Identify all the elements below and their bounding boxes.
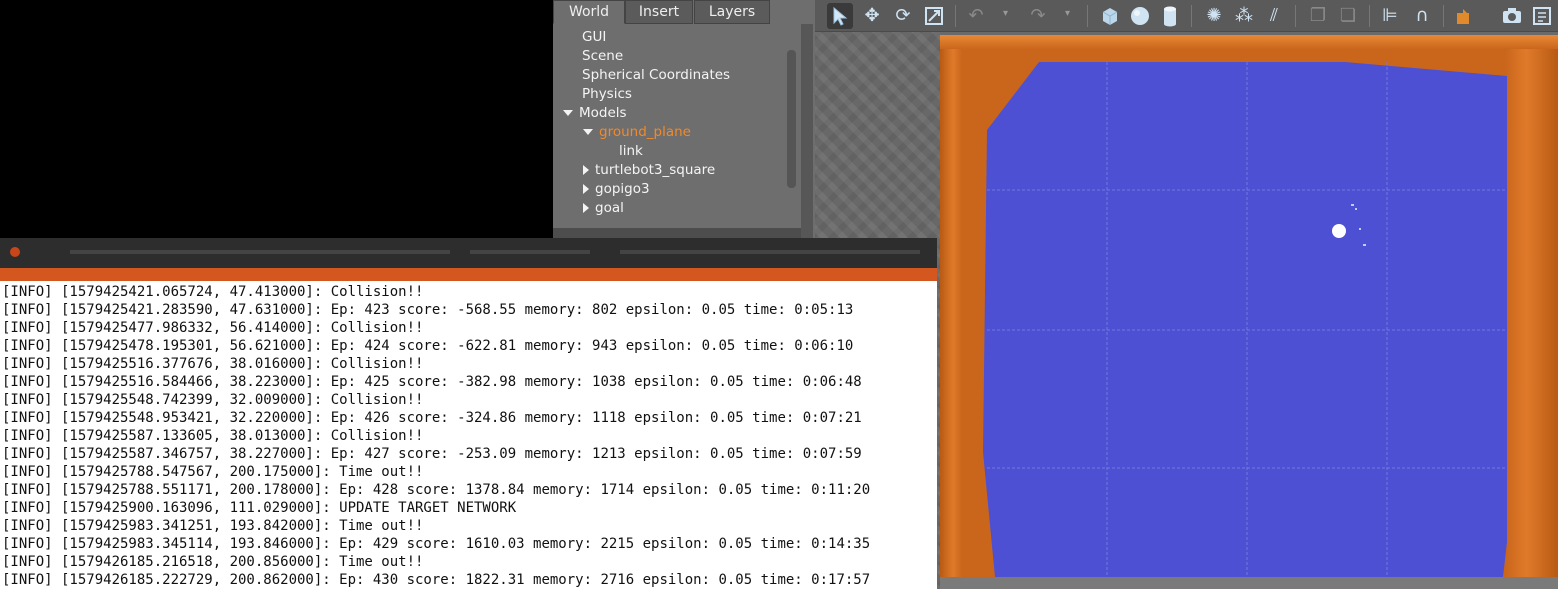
tab-insert[interactable]: Insert (625, 0, 693, 24)
align-icon[interactable]: ⊫ (1377, 3, 1403, 29)
rotate-icon[interactable]: ⟳ (890, 3, 916, 29)
tree-item-link[interactable]: link (619, 142, 643, 161)
terminal-line: [INFO] [1579425516.584466, 38.223000]: E… (2, 374, 862, 390)
panel-tab-bar: World Insert Layers (553, 0, 815, 24)
terminal-line: [INFO] [1579425587.346757, 38.227000]: E… (2, 446, 862, 462)
expand-right-icon[interactable] (583, 203, 589, 213)
terminal-line: [INFO] [1579425983.345114, 193.846000]: … (2, 536, 871, 552)
terminal-line: [INFO] [1579425421.065724, 47.413000]: C… (2, 284, 424, 300)
undo-dropdown-icon[interactable]: ▾ (1003, 8, 1008, 19)
tree-item-models[interactable]: Models (563, 104, 627, 123)
terminal-line: [INFO] [1579425587.133605, 38.013000]: C… (2, 428, 424, 444)
redo-icon[interactable]: ↷ (1025, 3, 1051, 29)
change-view-icon[interactable] (1451, 3, 1477, 29)
terminal-line: [INFO] [1579425421.283590, 47.631000]: E… (2, 302, 854, 318)
translate-icon[interactable]: ✥ (859, 3, 885, 29)
scale-icon[interactable] (921, 3, 947, 29)
tree-item-physics[interactable]: Physics (582, 85, 632, 104)
world-tree: GUI Scene Spherical Coordinates Physics Mode… (553, 24, 803, 238)
terminal-menu-bar (0, 268, 937, 281)
tree-item-scene[interactable]: Scene (582, 47, 623, 66)
terminal-line: [INFO] [1579425788.547567, 200.175000]: … (2, 464, 424, 480)
tree-scrollbar[interactable] (787, 50, 796, 188)
snap-icon[interactable]: ∩ (1409, 3, 1435, 29)
tree-item-label: Models (579, 105, 627, 121)
desktop-background (0, 0, 555, 238)
tree-item-goal[interactable]: goal (583, 199, 624, 218)
tab-layers[interactable]: Layers (694, 0, 770, 24)
terminal-line: [INFO] [1579425788.551171, 200.178000]: … (2, 482, 871, 498)
terminal-title-bar[interactable] (0, 238, 937, 268)
viewport-bottom-bar (940, 577, 1558, 589)
point-light-icon[interactable]: ✺ (1201, 3, 1227, 29)
tab-world[interactable]: World (553, 0, 625, 24)
tree-item-ground-plane[interactable]: ground_plane (583, 123, 691, 142)
terminal-line: [INFO] [1579425477.986332, 56.414000]: C… (2, 320, 424, 336)
spot-light-icon[interactable]: ⁂ (1231, 3, 1257, 29)
expand-right-icon[interactable] (583, 184, 589, 194)
terminal-line: [INFO] [1579426185.216518, 200.856000]: … (2, 554, 424, 570)
terminal-line: [INFO] [1579425478.195301, 56.621000]: E… (2, 338, 854, 354)
terminal-output: [INFO] [1579425421.065724, 47.413000]: C… (2, 283, 937, 589)
screenshot-icon[interactable] (1499, 3, 1525, 29)
terminal-line: [INFO] [1579425983.341251, 193.842000]: … (2, 518, 424, 534)
paste-icon[interactable]: ❏ (1335, 3, 1361, 29)
terminal-window: [INFO] [1579425421.065724, 47.413000]: C… (0, 238, 937, 589)
terminal-line: [INFO] [1579425548.742399, 32.009000]: C… (2, 392, 424, 408)
close-icon[interactable] (10, 247, 20, 257)
gazebo-toolbar: ✥ ⟳ ↶ ▾ ↷ ▾ ✺ ⁂ ⫽ ❐ ❏ ⊫ ∩ (815, 0, 1558, 32)
tree-item-label: ground_plane (599, 124, 691, 140)
terminal-line: [INFO] [1579425516.377676, 38.016000]: C… (2, 356, 424, 372)
terminal-line: [INFO] [1579426185.222729, 200.862000]: … (2, 572, 871, 588)
tree-item-label: goal (595, 200, 624, 216)
copy-icon[interactable]: ❐ (1305, 3, 1331, 29)
tree-item-label: link (619, 143, 643, 159)
panel-bottom-bar (553, 228, 803, 238)
expand-down-icon[interactable] (583, 129, 593, 135)
log-icon[interactable] (1529, 3, 1555, 29)
panel-splitter[interactable] (801, 24, 813, 238)
expand-down-icon[interactable] (563, 110, 573, 116)
sphere-icon[interactable] (1127, 3, 1153, 29)
box-icon[interactable] (1097, 3, 1123, 29)
cylinder-icon[interactable] (1157, 3, 1183, 29)
tree-item-gui[interactable]: GUI (582, 28, 606, 47)
tree-item-spherical-coordinates[interactable]: Spherical Coordinates (582, 66, 730, 85)
undo-icon[interactable]: ↶ (963, 3, 989, 29)
tree-item-gopigo3[interactable]: gopigo3 (583, 180, 650, 199)
tree-item-label: Physics (582, 86, 632, 102)
tree-item-label: turtlebot3_square (595, 162, 716, 178)
redo-dropdown-icon[interactable]: ▾ (1065, 8, 1070, 19)
terminal-line: [INFO] [1579425548.953421, 32.220000]: E… (2, 410, 862, 426)
ground-plane (983, 62, 1507, 577)
terminal-line: [INFO] [1579425900.163096, 111.029000]: … (2, 500, 517, 516)
tree-item-turtlebot3-square[interactable]: turtlebot3_square (583, 161, 715, 180)
select-arrow-icon[interactable] (827, 3, 853, 29)
tree-item-label: GUI (582, 29, 607, 45)
gazebo-left-panel: World Insert Layers GUI Scene Spherical Co… (553, 0, 815, 238)
goal-marker (1332, 224, 1346, 238)
directional-light-icon[interactable]: ⫽ (1261, 3, 1287, 29)
tree-item-label: Scene (582, 48, 624, 64)
tree-item-label: Spherical Coordinates (582, 67, 731, 83)
tree-item-label: gopigo3 (595, 181, 650, 197)
expand-right-icon[interactable] (583, 165, 589, 175)
